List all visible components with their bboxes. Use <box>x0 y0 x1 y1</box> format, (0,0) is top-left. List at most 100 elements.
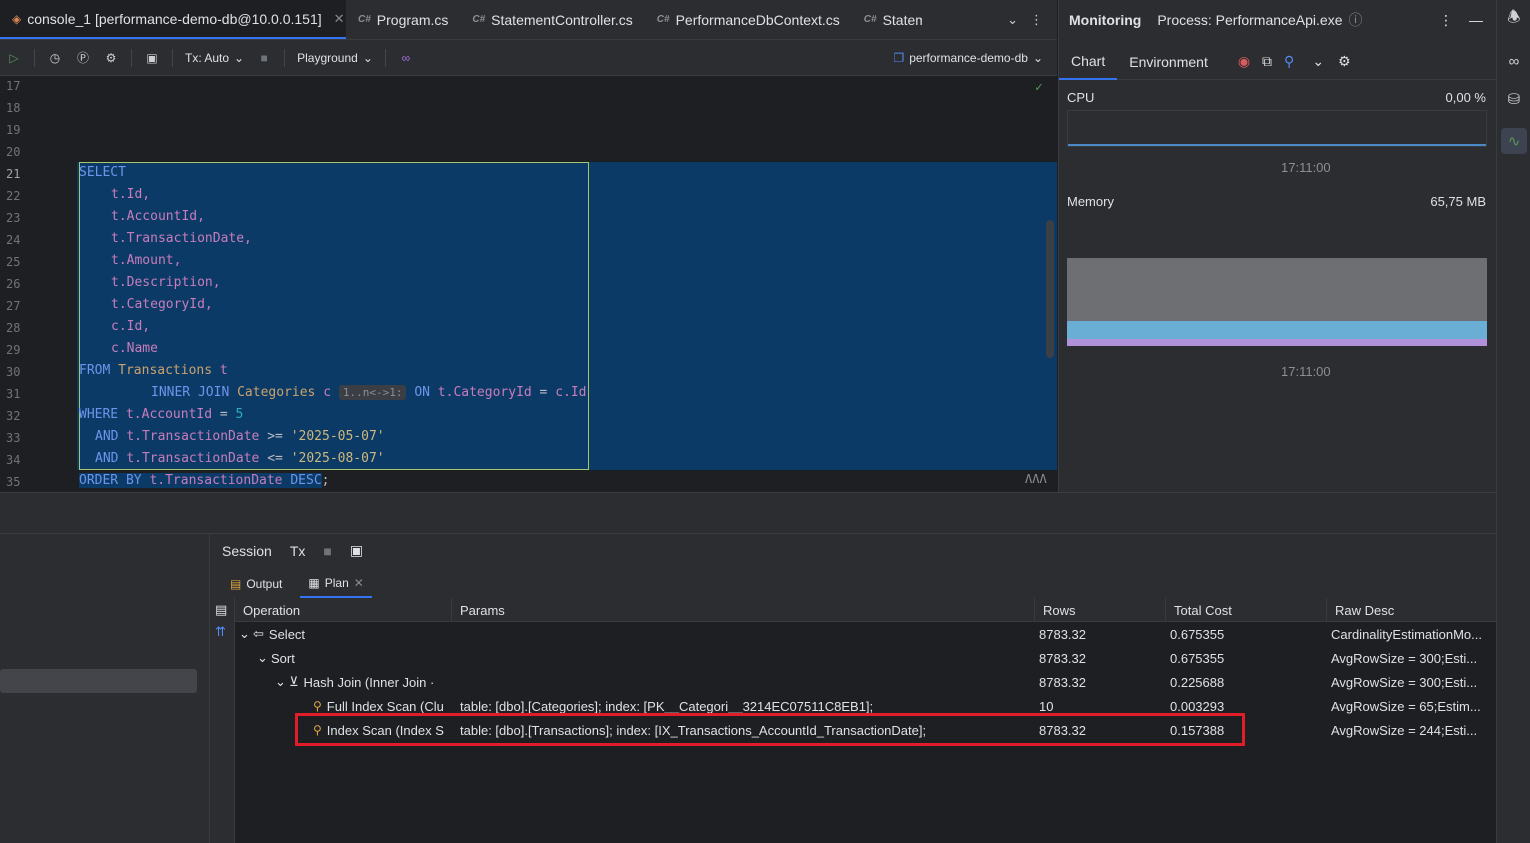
line-number: 17 <box>6 79 21 93</box>
services-tree <box>0 534 210 843</box>
expand-all-icon[interactable]: ⇈ <box>215 624 226 640</box>
plan-row-sort[interactable]: ⌄ Sort 8783.32 0.675355 AvgRowSize = 300;… <box>235 646 1497 670</box>
chevron-down-icon: ⌄ <box>362 50 373 65</box>
line-number: 27 <box>6 299 21 313</box>
code-editor[interactable]: SELECT t.Id, t.AccountId, t.TransactionD… <box>77 76 1057 492</box>
console-icon: ◈ <box>12 11 22 26</box>
monitoring-header: Monitoring Process: PerformanceApi.exe ⓘ… <box>1059 0 1497 40</box>
header-params[interactable]: Params <box>452 598 1035 622</box>
memory-graph <box>1067 214 1487 346</box>
minimize-icon[interactable]: — <box>1469 12 1483 28</box>
chevron-down-icon[interactable]: ⌄ <box>1007 12 1018 28</box>
line-number: 24 <box>6 233 21 247</box>
header-operation[interactable]: Operation <box>235 598 452 622</box>
plan-row-hash-join[interactable]: ⌄ ⊻ Hash Join (Inner Join · 8783.32 0.2256… <box>235 670 1497 694</box>
playground-dropdown[interactable]: Playground ⌄ <box>297 51 373 65</box>
code-line-27: t.CategoryId, <box>111 297 213 312</box>
playground-label: Playground <box>297 50 358 65</box>
close-icon[interactable]: ✕ <box>334 11 345 27</box>
operation-cell: Sort <box>271 650 295 666</box>
close-icon[interactable]: ✕ <box>354 576 364 590</box>
code-line-35: ORDER BY t.TransactionDate DESC; <box>79 473 330 488</box>
tab-label: PerformanceDbContext.cs <box>675 11 840 28</box>
tab-statement-controller-cs[interactable]: C# StatementController.cs <box>460 0 644 39</box>
header-total-cost[interactable]: Total Cost <box>1166 598 1327 622</box>
line-number: 35 <box>6 475 21 489</box>
line-number: 22 <box>6 189 21 203</box>
tab-program-cs[interactable]: C# Program.cs <box>346 0 460 39</box>
code-line-26: t.Description, <box>111 275 221 290</box>
settings-icon[interactable]: ⚙ <box>103 50 119 66</box>
reader-mode-icon[interactable]: ΛΛΛ <box>1025 472 1047 486</box>
stop-icon[interactable]: ■ <box>256 50 272 66</box>
raw-desc-cell: AvgRowSize = 300;Esti... <box>1331 674 1478 690</box>
explain-plan-icon[interactable]: Ⓟ <box>75 50 91 66</box>
tab-output[interactable]: ▤ Output <box>222 570 290 598</box>
line-number: 33 <box>6 431 21 445</box>
layout-icon[interactable]: ▣ <box>144 50 160 66</box>
operation-cell: Hash Join (Inner Join · <box>303 674 435 690</box>
search-profile-icon[interactable]: ⚲ <box>1284 53 1294 70</box>
tab-performance-db-context-cs[interactable]: C# PerformanceDbContext.cs <box>645 0 852 39</box>
code-line-34: AND t.TransactionDate <= '2025-08-07' <box>95 451 385 466</box>
help-icon[interactable]: ⓘ <box>1349 10 1363 30</box>
tab-plan[interactable]: ▦ Plan ✕ <box>300 570 372 598</box>
ai-assistant-icon[interactable]: ∞ <box>1505 52 1523 70</box>
header-rows[interactable]: Rows <box>1035 598 1166 622</box>
snapshot-icon[interactable]: ⧉ <box>1262 53 1272 70</box>
rows-cell: 8783.32 <box>1039 674 1086 690</box>
more-options-icon[interactable]: ⋮ <box>1030 12 1043 28</box>
code-line-30: FROM Transactions t <box>79 363 228 378</box>
line-number-gutter: 17 18 19 20 21 22 23 24 25 26 27 28 29 30 31 32 33 34 35 <box>0 76 77 492</box>
session-label[interactable]: Session <box>222 543 272 559</box>
datasource-dropdown[interactable]: ❐ performance-demo-db ⌄ <box>893 51 1043 65</box>
raw-desc-cell: AvgRowSize = 65;Estim... <box>1331 698 1481 714</box>
memory-time-label: 17:11:00 <box>1281 364 1331 379</box>
chevron-down-icon: ⌄ <box>1032 50 1043 65</box>
selected-tree-row[interactable] <box>0 669 197 693</box>
chevron-down-icon[interactable]: ⌄ <box>257 650 271 666</box>
settings-icon[interactable]: ⚙ <box>1338 53 1351 70</box>
layout-icon[interactable]: ▣ <box>350 542 363 559</box>
csharp-file-icon: C# <box>656 14 670 25</box>
stop-icon[interactable]: ■ <box>323 543 331 559</box>
plan-row-select[interactable]: ⌄ ⇦ Select 8783.32 0.675355 CardinalityEst… <box>235 622 1497 646</box>
header-raw-desc[interactable]: Raw Desc <box>1327 598 1497 622</box>
record-icon[interactable]: ◉ <box>1238 53 1250 70</box>
toolbar-separator <box>131 48 132 67</box>
memory-total-area <box>1067 258 1487 321</box>
rows-cell: 8783.32 <box>1039 626 1086 642</box>
chevron-down-icon[interactable]: ⌄ <box>275 674 289 690</box>
tab-label: StatementController.cs <box>491 11 633 28</box>
join-icon: ⊻ <box>289 674 299 689</box>
history-icon[interactable]: ◷ <box>47 50 63 66</box>
toolbar-separator <box>384 48 386 67</box>
database-icon[interactable]: ⛁ <box>1505 90 1523 108</box>
notifications-icon[interactable]: 🕭 <box>1505 9 1523 28</box>
tab-statem-truncated[interactable]: C# Statem <box>852 0 922 39</box>
toolbar-separator <box>284 48 286 67</box>
line-number: 20 <box>6 145 21 159</box>
tab-chart[interactable]: Chart <box>1059 44 1118 80</box>
console-toolbar: ▷ ◷ Ⓟ ⚙ ▣ Tx: Auto ⌄ ■ Playground ⌄ ∞ ❐ … <box>0 40 1057 76</box>
chevron-down-icon[interactable]: ⌄ <box>239 626 253 642</box>
chevron-down-icon[interactable]: ⌄ <box>1312 53 1324 70</box>
transaction-mode-dropdown[interactable]: Tx: Auto ⌄ <box>185 51 244 65</box>
tx-label[interactable]: Tx <box>290 543 306 559</box>
memory-used-area <box>1067 321 1487 339</box>
view-mode-icon[interactable]: ▤ <box>215 602 227 618</box>
tab-label: console_1 [performance-demo-db@10.0.0.15… <box>27 10 322 27</box>
tab-console-1[interactable]: ◈ console_1 [performance-demo-db@10.0.0.… <box>0 0 346 39</box>
run-icon[interactable]: ▷ <box>6 50 22 66</box>
code-line-29: c.Name <box>111 341 158 356</box>
monitoring-tabs: Chart Environment ◉ ⧉ ⚲ ⌄ ⚙ <box>1059 44 1497 80</box>
tab-label: Program.cs <box>376 11 449 28</box>
line-number: 19 <box>6 123 21 137</box>
process-label: Process: PerformanceApi.exe <box>1157 12 1343 28</box>
ai-assistant-icon[interactable]: ∞ <box>398 50 414 66</box>
editor-scrollbar[interactable] <box>1046 220 1054 358</box>
monitoring-icon[interactable]: ∿ <box>1501 128 1527 154</box>
more-options-icon[interactable]: ⋮ <box>1439 12 1453 29</box>
cost-cell: 0.675355 <box>1170 626 1225 642</box>
tab-environment[interactable]: Environment <box>1117 44 1220 80</box>
